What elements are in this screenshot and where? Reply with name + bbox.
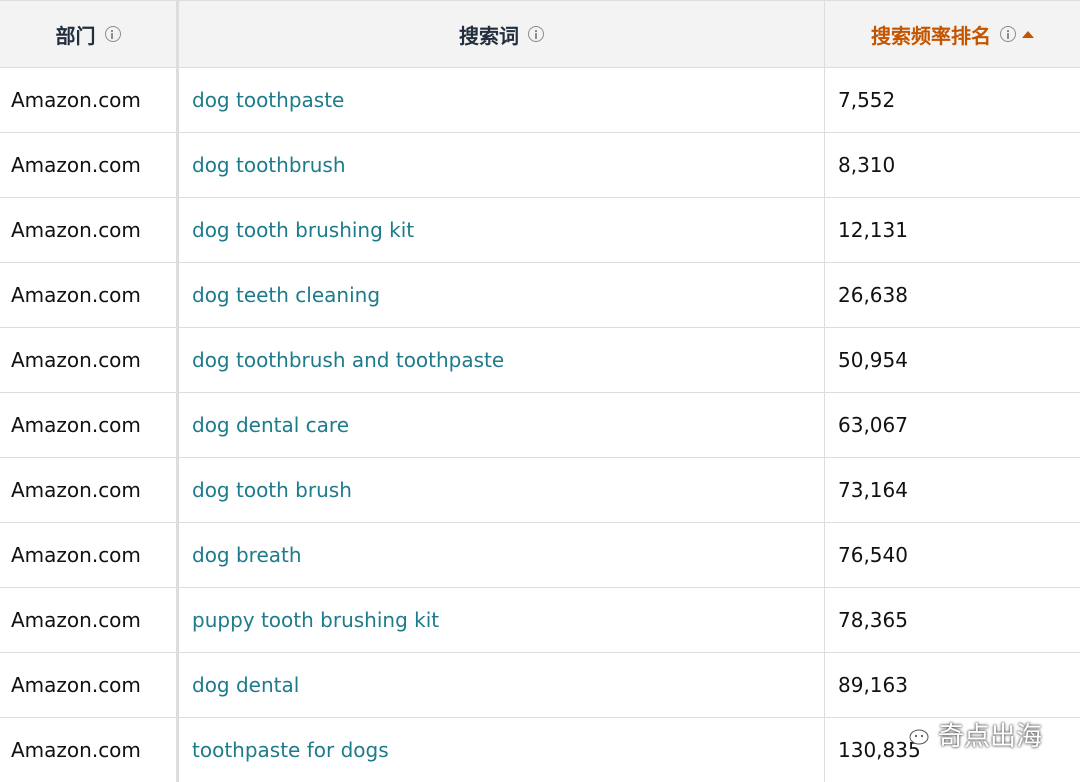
search-term-link[interactable]: puppy tooth brushing kit [192,608,439,632]
rank-text: 76,540 [838,543,908,567]
rank-cell: 7,552 [824,68,1080,132]
table-row: Amazon.com dog dental care 63,067 [0,393,1080,458]
department-cell: Amazon.com [0,458,176,522]
info-icon[interactable] [1000,26,1016,42]
info-icon[interactable] [528,26,544,42]
header-search-term-label: 搜索词 [459,23,519,48]
table-row: Amazon.com dog tooth brush 73,164 [0,458,1080,523]
search-term-link[interactable]: dog tooth brushing kit [192,218,414,242]
sort-ascending-icon[interactable] [1022,30,1034,38]
rank-text: 8,310 [838,153,896,177]
wechat-icon [900,721,930,747]
department-cell: Amazon.com [0,588,176,652]
department-cell: Amazon.com [0,523,176,587]
rank-cell: 89,163 [824,653,1080,717]
search-term-cell: dog toothpaste [176,68,824,132]
watermark: 奇点出海 [900,712,1042,756]
search-term-cell: dog tooth brush [176,458,824,522]
department-text: Amazon.com [11,218,141,242]
rank-cell: 73,164 [824,458,1080,522]
rank-cell: 63,067 [824,393,1080,457]
rank-cell: 78,365 [824,588,1080,652]
search-term-cell: dog teeth cleaning [176,263,824,327]
department-cell: Amazon.com [0,328,176,392]
department-text: Amazon.com [11,608,141,632]
department-cell: Amazon.com [0,393,176,457]
rank-text: 63,067 [838,413,908,437]
table-row: Amazon.com dog teeth cleaning 26,638 [0,263,1080,328]
department-text: Amazon.com [11,673,141,697]
header-department-label: 部门 [55,23,96,48]
search-term-link[interactable]: dog toothbrush and toothpaste [192,348,504,372]
department-text: Amazon.com [11,283,141,307]
search-terms-table: 部门 搜索词 搜索频率排名 Amazon.com dog toothpaste … [0,0,1080,782]
rank-text: 7,552 [838,88,896,112]
department-cell: Amazon.com [0,198,176,262]
department-cell: Amazon.com [0,653,176,717]
rank-cell: 76,540 [824,523,1080,587]
search-term-link[interactable]: toothpaste for dogs [192,738,389,762]
search-term-cell: dog toothbrush and toothpaste [176,328,824,392]
search-term-link[interactable]: dog breath [192,543,302,567]
table-row: Amazon.com dog dental 89,163 [0,653,1080,718]
department-text: Amazon.com [11,348,141,372]
table-row: Amazon.com dog breath 76,540 [0,523,1080,588]
department-cell: Amazon.com [0,133,176,197]
watermark-text: 奇点出海 [938,721,1043,752]
search-term-cell: toothpaste for dogs [176,718,824,782]
search-term-link[interactable]: dog toothpaste [192,88,344,112]
rank-text: 50,954 [838,348,908,372]
department-text: Amazon.com [11,543,141,567]
rank-text: 89,163 [838,673,908,697]
header-search-frequency-rank-label: 搜索频率排名 [871,23,991,48]
department-cell: Amazon.com [0,263,176,327]
info-icon[interactable] [104,26,121,42]
department-text: Amazon.com [11,413,141,437]
search-term-link[interactable]: dog dental [192,673,299,697]
department-text: Amazon.com [11,478,141,502]
search-term-cell: dog breath [176,523,824,587]
rank-text: 12,131 [838,218,908,242]
header-search-frequency-rank[interactable]: 搜索频率排名 [824,1,1080,67]
table-header-row: 部门 搜索词 搜索频率排名 [0,0,1080,68]
search-term-cell: dog dental [176,653,824,717]
rank-text: 26,638 [838,283,908,307]
search-term-cell: dog toothbrush [176,133,824,197]
table-row: Amazon.com dog toothbrush and toothpaste… [0,328,1080,393]
header-department[interactable]: 部门 [0,1,176,67]
table-row: Amazon.com dog toothpaste 7,552 [0,68,1080,133]
department-text: Amazon.com [11,738,141,762]
table-row: Amazon.com dog tooth brushing kit 12,131 [0,198,1080,263]
rank-text: 73,164 [838,478,908,502]
rank-cell: 12,131 [824,198,1080,262]
department-cell: Amazon.com [0,68,176,132]
search-term-link[interactable]: dog tooth brush [192,478,352,502]
search-term-cell: dog tooth brushing kit [176,198,824,262]
rank-text: 78,365 [838,608,908,632]
search-term-cell: puppy tooth brushing kit [176,588,824,652]
search-term-link[interactable]: dog toothbrush [192,153,346,177]
search-term-link[interactable]: dog dental care [192,413,349,437]
department-text: Amazon.com [11,88,141,112]
table-row: Amazon.com puppy tooth brushing kit 78,3… [0,588,1080,653]
department-cell: Amazon.com [0,718,176,782]
search-term-link[interactable]: dog teeth cleaning [192,283,380,307]
rank-cell: 26,638 [824,263,1080,327]
table-row: Amazon.com dog toothbrush 8,310 [0,133,1080,198]
rank-cell: 50,954 [824,328,1080,392]
header-search-term[interactable]: 搜索词 [176,1,824,67]
rank-cell: 8,310 [824,133,1080,197]
department-text: Amazon.com [11,153,141,177]
search-term-cell: dog dental care [176,393,824,457]
